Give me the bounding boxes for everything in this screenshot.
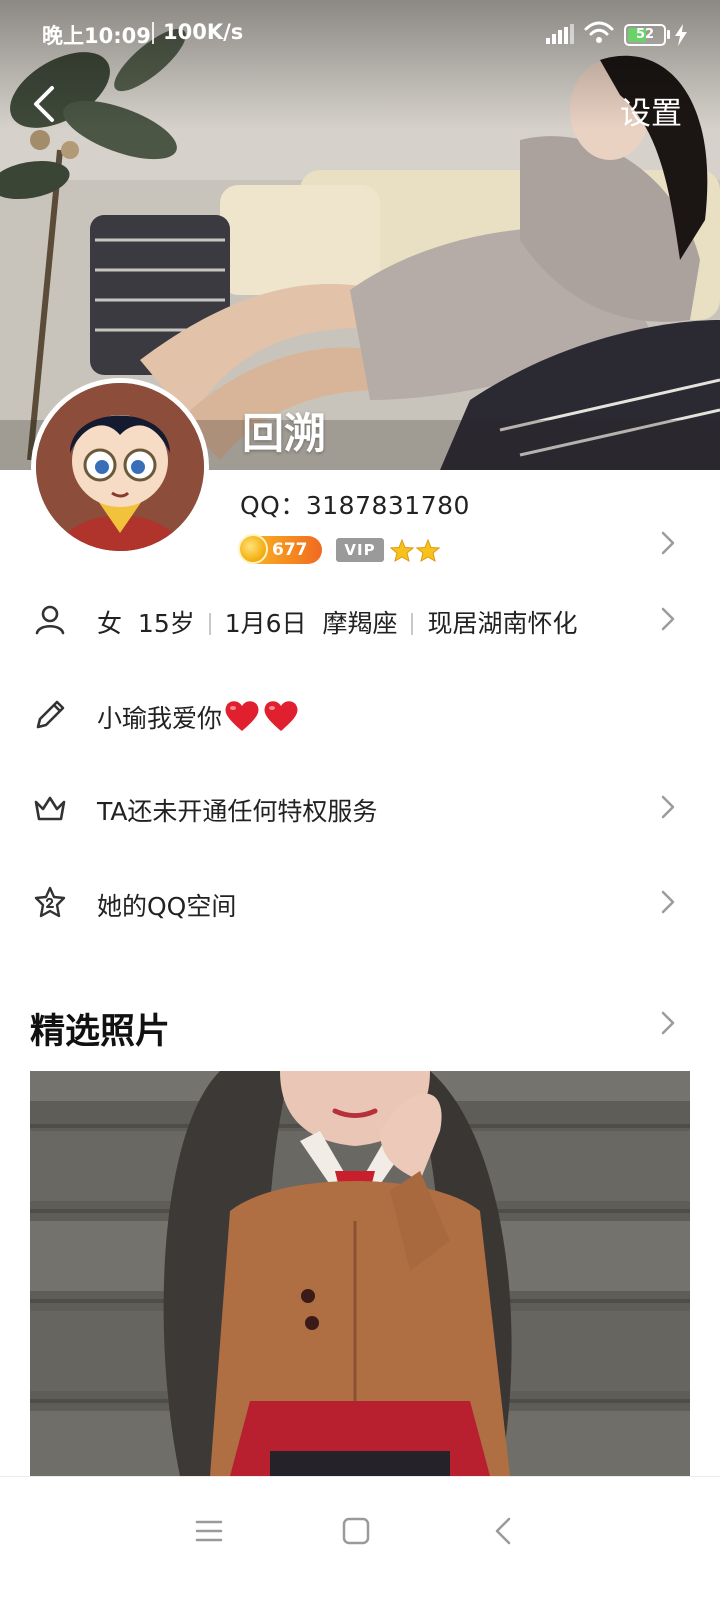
pencil-icon xyxy=(36,700,65,729)
signal-icon xyxy=(546,24,574,48)
divider xyxy=(411,613,414,635)
chevron-right-icon xyxy=(661,890,675,914)
age: 15岁 xyxy=(137,609,195,638)
back-button[interactable] xyxy=(26,84,66,124)
chevron-right-icon xyxy=(661,795,675,819)
settings-button[interactable]: 设置 xyxy=(620,88,682,133)
qzone-row[interactable]: 她的QQ空间 xyxy=(0,863,720,943)
zodiac: 摩羯座 xyxy=(322,609,398,638)
charging-bolt-icon xyxy=(674,24,688,50)
basic-info-text: 女 15岁 1月6日 摩羯座 现居湖南怀化 xyxy=(97,604,577,640)
home-square-icon[interactable] xyxy=(336,1511,376,1551)
heart-emoji xyxy=(224,699,300,739)
crown-icon xyxy=(34,796,66,821)
person-icon xyxy=(35,605,65,635)
privilege-row[interactable]: TA还未开通任何特权服务 xyxy=(0,768,720,848)
battery-level: 52 xyxy=(635,27,655,42)
chevron-right-icon[interactable] xyxy=(660,530,676,556)
location: 现居湖南怀化 xyxy=(427,609,578,638)
featured-photo[interactable] xyxy=(30,1071,690,1476)
signature-text-wrap: 小瑜我爱你 xyxy=(97,699,300,739)
birthday: 1月6日 xyxy=(224,609,307,638)
basic-info-row[interactable]: 女 15岁 1月6日 摩羯座 现居湖南怀化 xyxy=(0,580,720,660)
status-bar: 晚上10:09 100K/s 52 xyxy=(0,0,720,68)
battery-tip xyxy=(667,30,670,39)
chevron-right-icon[interactable] xyxy=(660,1010,676,1036)
status-divider xyxy=(152,22,154,44)
status-time: 晚上10:09 xyxy=(42,24,151,48)
star-badge-icon xyxy=(34,886,66,918)
qzone-text: 她的QQ空间 xyxy=(97,892,237,921)
coin-level-badge[interactable]: 677 xyxy=(238,534,322,564)
section-title-featured-photos: 精选照片 xyxy=(30,1012,171,1052)
vip-badge[interactable]: VIP xyxy=(336,538,384,562)
divider xyxy=(208,613,211,635)
back-triangle-icon[interactable] xyxy=(484,1511,524,1551)
chevron-right-icon xyxy=(661,607,675,631)
star-icon xyxy=(390,539,414,563)
coin-icon xyxy=(238,534,268,564)
wifi-icon xyxy=(584,20,614,50)
battery-icon: 52 xyxy=(624,24,666,46)
menu-icon[interactable] xyxy=(189,1511,229,1551)
gender: 女 xyxy=(97,609,123,638)
network-speed: 100K/s xyxy=(163,20,244,44)
qq-number: QQ：3187831780 xyxy=(240,491,470,520)
star-icon xyxy=(416,539,440,563)
nickname: 回溯 xyxy=(242,409,327,458)
avatar[interactable] xyxy=(31,378,209,556)
privilege-text: TA还未开通任何特权服务 xyxy=(97,797,378,826)
signature-row: 小瑜我爱你 xyxy=(0,675,720,755)
signature-text: 小瑜我爱你 xyxy=(97,704,223,733)
chevron-left-icon xyxy=(34,86,54,122)
system-nav-bar xyxy=(0,1476,720,1600)
coin-level: 677 xyxy=(272,540,308,560)
